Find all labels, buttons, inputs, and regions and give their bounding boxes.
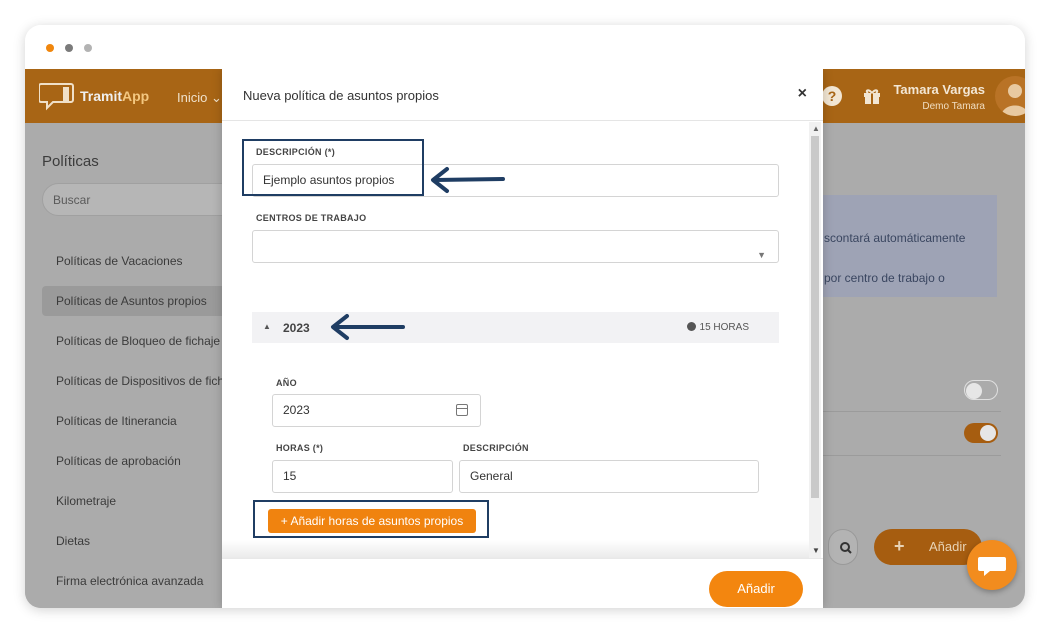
modal-title: Nueva política de asuntos propios (243, 88, 439, 103)
browser-window: TramitApp Inicio ⌄ ? Tamara Vargas Demo … (25, 25, 1025, 608)
descripcion2-label: DESCRIPCIÓN (463, 443, 529, 453)
sidebar-item-bloqueo-fichaje[interactable]: Políticas de Bloqueo de fichaje (42, 326, 242, 356)
sidebar-item-firma[interactable]: Firma electrónica avanzada (42, 566, 242, 596)
modal-header: Nueva política de asuntos propios × (222, 69, 823, 121)
annotation-arrow-icon (431, 167, 505, 193)
sidebar-item-dietas[interactable]: Dietas (42, 526, 242, 556)
scroll-up-icon[interactable]: ▲ (812, 124, 820, 133)
year-section-label: 2023 (283, 321, 310, 335)
user-company: Demo Tamara (922, 101, 985, 112)
window-minimize-dot[interactable] (65, 44, 73, 52)
sidebar-item-aprobacion[interactable]: Políticas de aprobación (42, 446, 242, 476)
annotation-box-add-hours (253, 500, 489, 538)
calendar-icon[interactable] (456, 404, 468, 416)
sidebar-item-dispositivos[interactable]: Políticas de Dispositivos de fich (42, 366, 242, 396)
toggle-switch-off[interactable] (964, 380, 998, 400)
policies-sidebar: Políticas Buscar Políticas de Vacaciones… (25, 123, 242, 608)
sidebar-title: Políticas (42, 153, 99, 170)
window-close-dot[interactable] (46, 44, 54, 52)
chevron-down-icon: ⌄ (210, 90, 222, 105)
chevron-up-icon: ▲ (263, 322, 271, 331)
footer-add-button[interactable]: Añadir (709, 571, 803, 607)
modal-scrollbar[interactable]: ▲ ▼ (809, 122, 821, 558)
toggle-switch-on[interactable] (964, 423, 998, 443)
gift-icon[interactable] (862, 86, 882, 106)
centros-select[interactable]: ▼ (252, 230, 779, 263)
info-text-line1: scontará automáticamente (824, 231, 966, 245)
nav-menu-inicio[interactable]: Inicio ⌄ (177, 90, 222, 106)
tramitapp-logo-icon (39, 83, 74, 111)
search-icon (840, 542, 852, 554)
info-text-line2: por centro de trabajo o (824, 271, 945, 285)
user-avatar[interactable] (995, 76, 1025, 116)
scroll-down-icon[interactable]: ▼ (812, 546, 820, 555)
caret-down-icon: ▼ (757, 250, 766, 260)
annotation-box-descripcion (242, 139, 424, 196)
divider (821, 455, 1001, 456)
annotation-arrow-icon (331, 314, 405, 340)
sidebar-search-input[interactable]: Buscar (42, 183, 242, 216)
modal-footer: Añadir (222, 558, 823, 608)
horas-input[interactable]: 15 (272, 460, 453, 493)
divider (821, 411, 1001, 412)
clock-icon (686, 322, 696, 331)
scroll-fade (222, 540, 809, 558)
window-titlebar (25, 25, 1025, 69)
plus-icon: + (894, 536, 905, 556)
close-icon[interactable]: × (798, 85, 807, 103)
sidebar-item-kilometraje[interactable]: Kilometraje (42, 486, 242, 516)
chat-support-button[interactable] (967, 540, 1017, 590)
app-viewport: TramitApp Inicio ⌄ ? Tamara Vargas Demo … (25, 69, 1025, 608)
horas-label: HORAS (*) (276, 443, 324, 453)
user-name[interactable]: Tamara Vargas (893, 82, 985, 97)
chat-icon (978, 557, 1006, 576)
sidebar-item-asuntos-propios[interactable]: Políticas de Asuntos propios (42, 286, 242, 316)
add-policy-button[interactable]: + Añadir (874, 529, 982, 565)
scrollbar-thumb[interactable] (811, 136, 819, 498)
help-icon[interactable]: ? (822, 86, 842, 106)
search-button[interactable] (828, 529, 858, 565)
ano-date-input[interactable]: 2023 (272, 394, 481, 427)
centros-label: CENTROS DE TRABAJO (256, 213, 367, 223)
ano-label: AÑO (276, 378, 297, 388)
user-avatar-icon (1001, 84, 1025, 116)
sidebar-item-itinerancia[interactable]: Políticas de Itinerancia (42, 406, 242, 436)
sidebar-item-vacaciones[interactable]: Políticas de Vacaciones (42, 246, 242, 276)
window-maximize-dot[interactable] (84, 44, 92, 52)
descripcion2-input[interactable]: General (459, 460, 759, 493)
year-hours-badge: 15 HORAS (686, 322, 749, 333)
app-logo-text: TramitApp (80, 88, 150, 104)
